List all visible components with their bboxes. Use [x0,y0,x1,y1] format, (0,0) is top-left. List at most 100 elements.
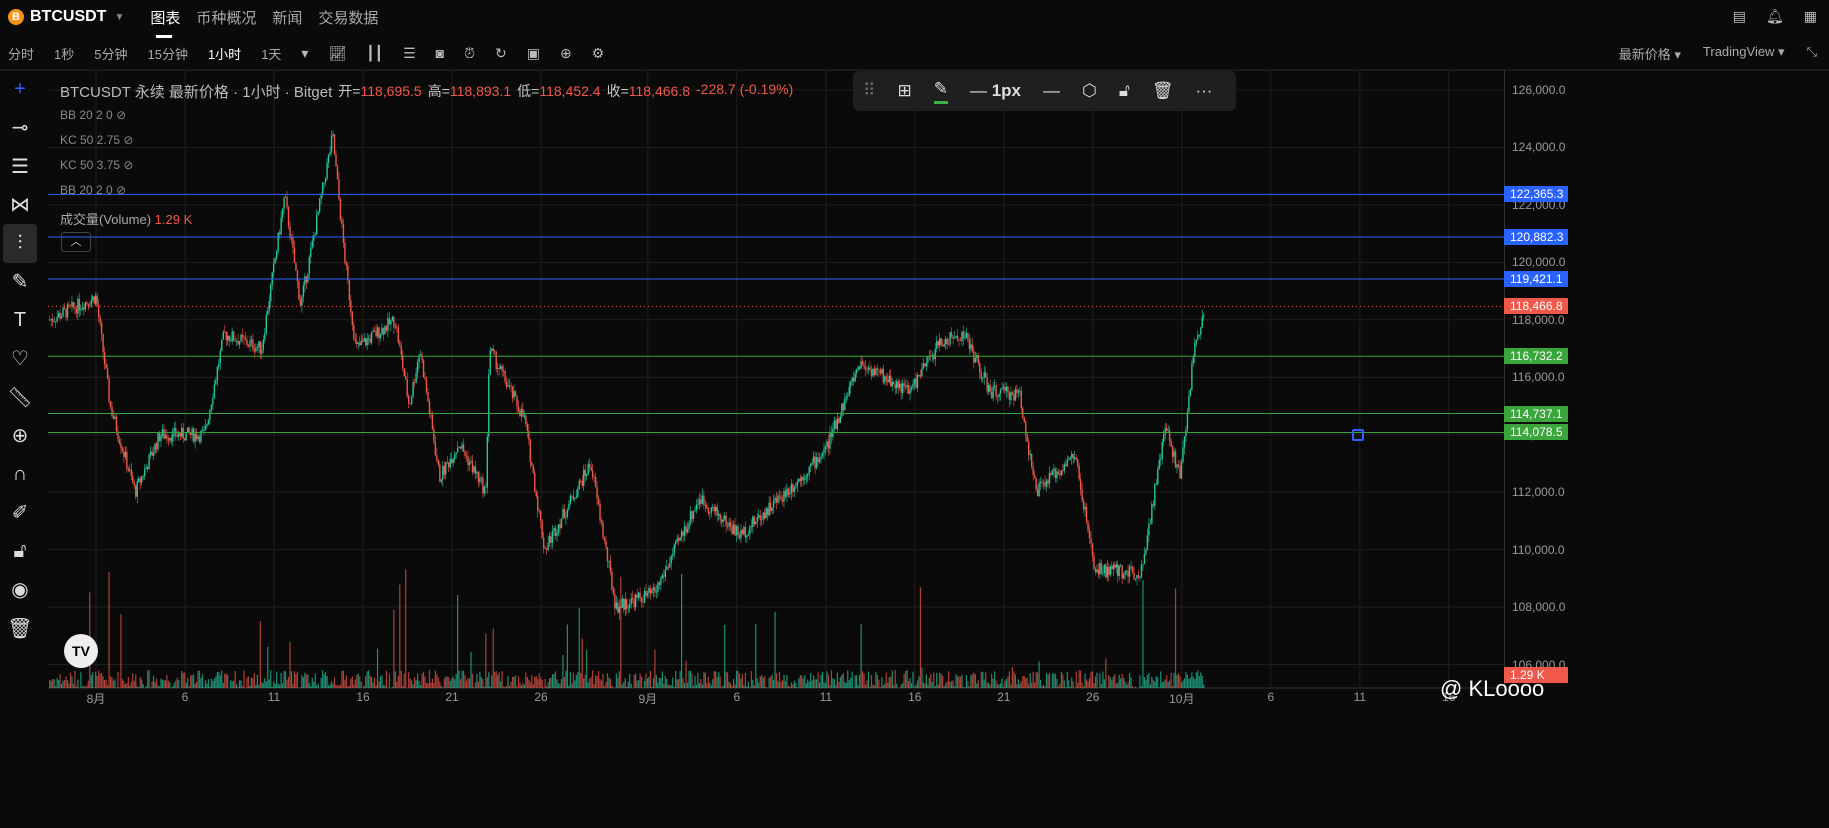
indicator-bb[interactable]: BB 20 2 0 ⊘ [60,183,126,197]
candle-body [950,332,953,337]
ruler-icon[interactable]: 📏︎ [0,378,40,417]
candle-body [406,379,408,396]
volume-bar [1090,671,1092,688]
volume-bar [559,683,561,688]
volume-bar [74,670,76,688]
volume-bar [569,672,571,688]
candle-body [77,298,79,314]
candle-body [1079,479,1082,490]
candle-body [252,339,254,350]
indicator-kc[interactable]: KC 50 2.75 ⊘ [60,133,133,147]
candle-body [235,341,238,342]
candle-body [1059,473,1061,476]
volume-bar [532,684,534,688]
drag-handle-icon[interactable]: ⠿ [863,81,875,101]
volume-bar [818,682,821,688]
volume-bar [1203,684,1205,688]
templates-icon[interactable]: ⊞ [897,81,911,101]
heart-icon[interactable]: ♡ [0,340,40,379]
candle-body [793,487,796,492]
volume-bar [566,624,569,688]
candle-body [756,517,758,522]
unlock-icon[interactable]: 🔓︎ [1119,81,1130,101]
volume-bar [1167,681,1169,688]
candle-body [1023,418,1025,422]
candle-body [985,372,987,378]
zoom-in-icon[interactable]: ⊕ [0,417,40,456]
eye-icon[interactable]: ◉ [0,571,40,610]
candle-body [1042,482,1045,484]
volume-bar [605,681,607,688]
volume-bar [296,671,299,688]
candle-body [554,528,557,536]
pattern-tool-icon[interactable]: ⋈ [0,186,40,225]
volume-bar [786,675,788,688]
indicator-bb[interactable]: BB 20 2 0 ⊘ [60,108,126,122]
volume-bar [436,673,438,688]
candle-body [652,587,655,591]
volume-bar [219,675,221,688]
volume-bar [454,679,456,688]
collapse-legend-button[interactable]: ︿ [61,232,91,252]
drawing-handle[interactable] [1352,429,1364,441]
candle-body [1189,389,1192,397]
candle-body [636,594,638,598]
candle-body [357,342,359,344]
candle-body [229,340,232,342]
candle-body [63,307,66,309]
candle-body [526,424,529,431]
volume-bar [1080,670,1082,688]
magnet-icon[interactable]: ∩ [0,455,40,494]
volume-bar [787,685,790,688]
volume-bar [701,684,703,688]
candle-body [823,449,825,454]
volume-bar [879,687,881,688]
candle-body [959,340,962,342]
price-tick: 110,000.0 [1512,542,1565,557]
candle-body [541,521,543,538]
candle-body [1177,464,1180,467]
lock-icon[interactable]: 🔓︎ [0,532,40,571]
volume-bar [336,685,339,688]
text-tool-icon[interactable]: T [0,301,40,340]
candle-body [321,182,324,195]
volume-bar [985,672,987,688]
prediction-tool-icon[interactable]: ⫶ [3,224,37,263]
candle-body [273,262,275,273]
volume-bar [1103,679,1105,688]
candle-body [95,295,97,304]
candle-body [594,477,597,487]
candle-body [90,299,92,306]
candle-body [772,500,775,508]
volume-bar [440,685,442,688]
pencil-color-icon[interactable]: ✎ [933,79,948,104]
volume-bar [176,677,178,688]
volume-bar [452,676,454,688]
volume-bar [554,671,557,688]
volume-bar [574,680,576,688]
settings-hexagon-icon[interactable]: ⬡ [1082,81,1097,101]
candle-body [440,479,443,482]
candle-body [1173,451,1175,457]
indicator-kc[interactable]: KC 50 3.75 ⊘ [60,158,133,172]
line-width-button[interactable]: — 1px [970,81,1021,101]
line-style-icon[interactable]: — [1043,81,1060,101]
trash-icon[interactable]: 🗑︎ [1152,81,1174,101]
more-icon[interactable]: ··· [1195,81,1212,101]
candle-body [111,406,113,416]
candle-body [210,404,213,410]
lock-drawing-icon[interactable]: ✐ [0,494,40,533]
candle-body [639,592,641,598]
fib-tool-icon[interactable]: ☰ [0,147,40,186]
brush-icon[interactable]: ✎ [0,263,40,302]
candle-body [364,338,367,346]
time-tick: 9月 [638,692,658,706]
crosshair-icon[interactable]: + [0,70,40,109]
candle-body [817,457,819,462]
line-tool-icon[interactable]: ⊸ [0,109,40,148]
candle-body [801,477,803,481]
candle-body [537,496,539,511]
trash-icon[interactable]: 🗑︎ [0,609,40,648]
volume-bar [1078,670,1080,688]
volume-bar [114,679,116,688]
